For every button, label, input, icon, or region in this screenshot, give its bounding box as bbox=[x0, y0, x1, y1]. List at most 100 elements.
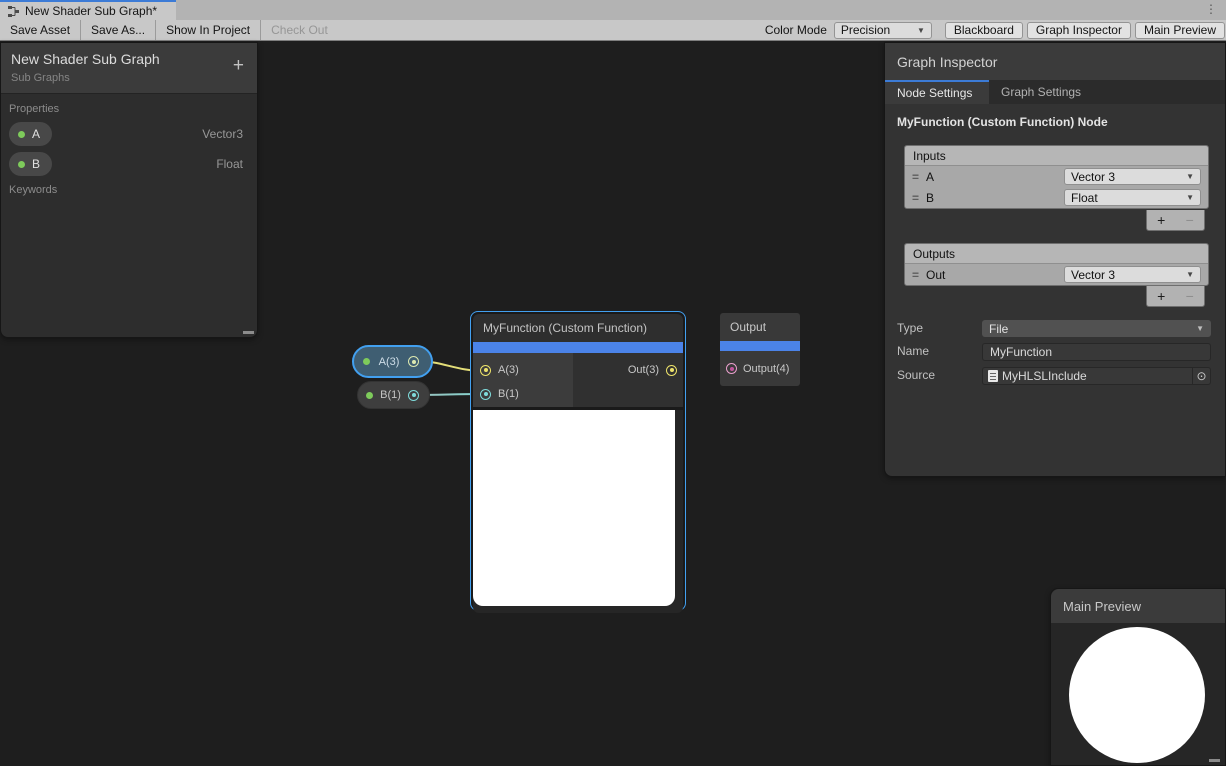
exposed-dot-icon bbox=[18, 161, 25, 168]
output-node[interactable]: Output Output(4) bbox=[720, 313, 800, 386]
properties-section-label: Properties bbox=[1, 101, 257, 117]
port-dot bbox=[670, 368, 674, 372]
add-output-button[interactable]: + bbox=[1157, 288, 1165, 304]
add-property-button[interactable]: + bbox=[233, 56, 244, 75]
input-port-b-label: B(1) bbox=[498, 388, 519, 400]
preview-sphere bbox=[1069, 627, 1205, 763]
blackboard-property-a[interactable]: A bbox=[9, 122, 52, 146]
input-port-row-a: A(3) bbox=[473, 358, 573, 382]
source-value: MyHLSLInclude bbox=[1002, 369, 1087, 383]
node-preview-area bbox=[473, 410, 683, 613]
input-b-name: B bbox=[926, 191, 934, 205]
main-preview-title[interactable]: Main Preview bbox=[1051, 589, 1225, 623]
preview-resize-handle[interactable] bbox=[1209, 759, 1220, 762]
property-node-b-label: B(1) bbox=[380, 389, 401, 401]
property-a-name: A bbox=[32, 127, 40, 141]
chevron-down-icon: ▼ bbox=[1196, 324, 1204, 333]
input-a-type-dropdown[interactable]: Vector 3 ▼ bbox=[1064, 168, 1201, 185]
output-port-label: Out(3) bbox=[628, 364, 659, 376]
property-b-output-port[interactable] bbox=[408, 390, 419, 401]
tab-node-settings[interactable]: Node Settings bbox=[885, 80, 989, 104]
input-a-name: A bbox=[926, 170, 934, 184]
inspector-tab-bar: Node Settings Graph Settings bbox=[885, 80, 1225, 104]
selected-node-heading: MyFunction (Custom Function) Node bbox=[897, 115, 1213, 129]
exposed-dot-icon bbox=[366, 392, 373, 399]
output-node-input-port[interactable] bbox=[726, 363, 737, 374]
object-picker-icon[interactable]: ⊙ bbox=[1192, 368, 1210, 384]
output-node-port-row: Output(4) bbox=[720, 351, 800, 386]
source-label: Source bbox=[897, 368, 935, 382]
output-node-port-label: Output(4) bbox=[743, 363, 789, 375]
graph-inspector-panel: Graph Inspector Node Settings Graph Sett… bbox=[884, 42, 1226, 477]
graph-inspector-title[interactable]: Graph Inspector bbox=[885, 43, 1225, 80]
property-a-output-port[interactable] bbox=[408, 356, 419, 367]
port-dot bbox=[412, 393, 416, 397]
exposed-dot-icon bbox=[363, 358, 370, 365]
inputs-list-footer: + − bbox=[1146, 210, 1205, 231]
drag-handle-icon[interactable]: = bbox=[912, 268, 919, 282]
blackboard-property-b[interactable]: B bbox=[9, 152, 52, 176]
blackboard-subtitle: Sub Graphs bbox=[11, 72, 247, 84]
inputs-row-a[interactable]: = A Vector 3 ▼ bbox=[905, 166, 1208, 187]
node-port-section: A(3) B(1) Out(3) bbox=[473, 353, 683, 407]
drag-handle-icon[interactable]: = bbox=[912, 191, 919, 205]
type-value: File bbox=[989, 322, 1008, 336]
name-field[interactable] bbox=[982, 343, 1211, 361]
remove-input-button: − bbox=[1186, 212, 1194, 228]
port-dot bbox=[484, 392, 488, 396]
outputs-list: Outputs = Out Vector 3 ▼ bbox=[904, 243, 1209, 286]
blackboard-header[interactable]: New Shader Sub Graph Sub Graphs + bbox=[1, 43, 257, 93]
keywords-section-label: Keywords bbox=[1, 182, 257, 198]
outputs-list-footer: + − bbox=[1146, 286, 1205, 307]
output-out-type-value: Vector 3 bbox=[1071, 268, 1115, 282]
input-a-type-value: Vector 3 bbox=[1071, 170, 1115, 184]
output-out-type-dropdown[interactable]: Vector 3 ▼ bbox=[1064, 266, 1201, 283]
output-port-row: Out(3) bbox=[573, 358, 683, 382]
input-port-b[interactable] bbox=[480, 389, 491, 400]
name-label: Name bbox=[897, 344, 929, 358]
main-preview-body[interactable] bbox=[1051, 623, 1225, 765]
output-node-title-divider bbox=[720, 341, 800, 351]
chevron-down-icon: ▼ bbox=[1186, 193, 1194, 202]
output-node-title[interactable]: Output bbox=[720, 313, 800, 341]
main-preview-panel: Main Preview bbox=[1050, 588, 1226, 766]
inputs-list: Inputs = A Vector 3 ▼ = B Float ▼ bbox=[904, 145, 1209, 209]
property-row-b: B Float bbox=[9, 152, 249, 176]
custom-function-node[interactable]: MyFunction (Custom Function) A(3) B(1) O… bbox=[470, 311, 686, 611]
source-object-field[interactable]: MyHLSLInclude ⊙ bbox=[982, 367, 1211, 385]
inputs-list-header: Inputs bbox=[905, 146, 1208, 166]
input-port-a[interactable] bbox=[480, 365, 491, 376]
output-port-out[interactable] bbox=[666, 365, 677, 376]
property-node-a[interactable]: A(3) bbox=[352, 345, 433, 378]
file-icon bbox=[988, 370, 998, 382]
input-port-row-b: B(1) bbox=[473, 382, 573, 406]
node-output-column: Out(3) bbox=[573, 353, 683, 407]
blackboard-resize-handle[interactable] bbox=[243, 331, 254, 334]
property-node-b[interactable]: B(1) bbox=[357, 381, 430, 409]
inputs-row-b[interactable]: = B Float ▼ bbox=[905, 187, 1208, 208]
type-dropdown[interactable]: File ▼ bbox=[982, 320, 1211, 337]
blackboard-body: Properties A Vector3 B Float Keywords bbox=[1, 93, 257, 337]
property-a-type: Vector3 bbox=[202, 122, 243, 146]
remove-output-button: − bbox=[1186, 288, 1194, 304]
add-input-button[interactable]: + bbox=[1157, 212, 1165, 228]
node-preview-image bbox=[473, 410, 675, 606]
chevron-down-icon: ▼ bbox=[1186, 172, 1194, 181]
property-b-type: Float bbox=[216, 152, 243, 176]
type-label: Type bbox=[897, 321, 923, 335]
exposed-dot-icon bbox=[18, 131, 25, 138]
node-title[interactable]: MyFunction (Custom Function) bbox=[473, 314, 683, 342]
input-b-type-dropdown[interactable]: Float ▼ bbox=[1064, 189, 1201, 206]
property-row-a: A Vector3 bbox=[9, 122, 249, 146]
chevron-down-icon: ▼ bbox=[1186, 270, 1194, 279]
port-dot bbox=[730, 367, 734, 371]
node-title-divider bbox=[473, 342, 683, 353]
tab-graph-settings[interactable]: Graph Settings bbox=[989, 80, 1093, 104]
port-dot bbox=[484, 368, 488, 372]
output-out-name: Out bbox=[926, 268, 945, 282]
outputs-row-out[interactable]: = Out Vector 3 ▼ bbox=[905, 264, 1208, 285]
blackboard-title: New Shader Sub Graph bbox=[11, 51, 247, 67]
drag-handle-icon[interactable]: = bbox=[912, 170, 919, 184]
blackboard-panel: New Shader Sub Graph Sub Graphs + Proper… bbox=[0, 42, 258, 338]
input-b-type-value: Float bbox=[1071, 191, 1098, 205]
